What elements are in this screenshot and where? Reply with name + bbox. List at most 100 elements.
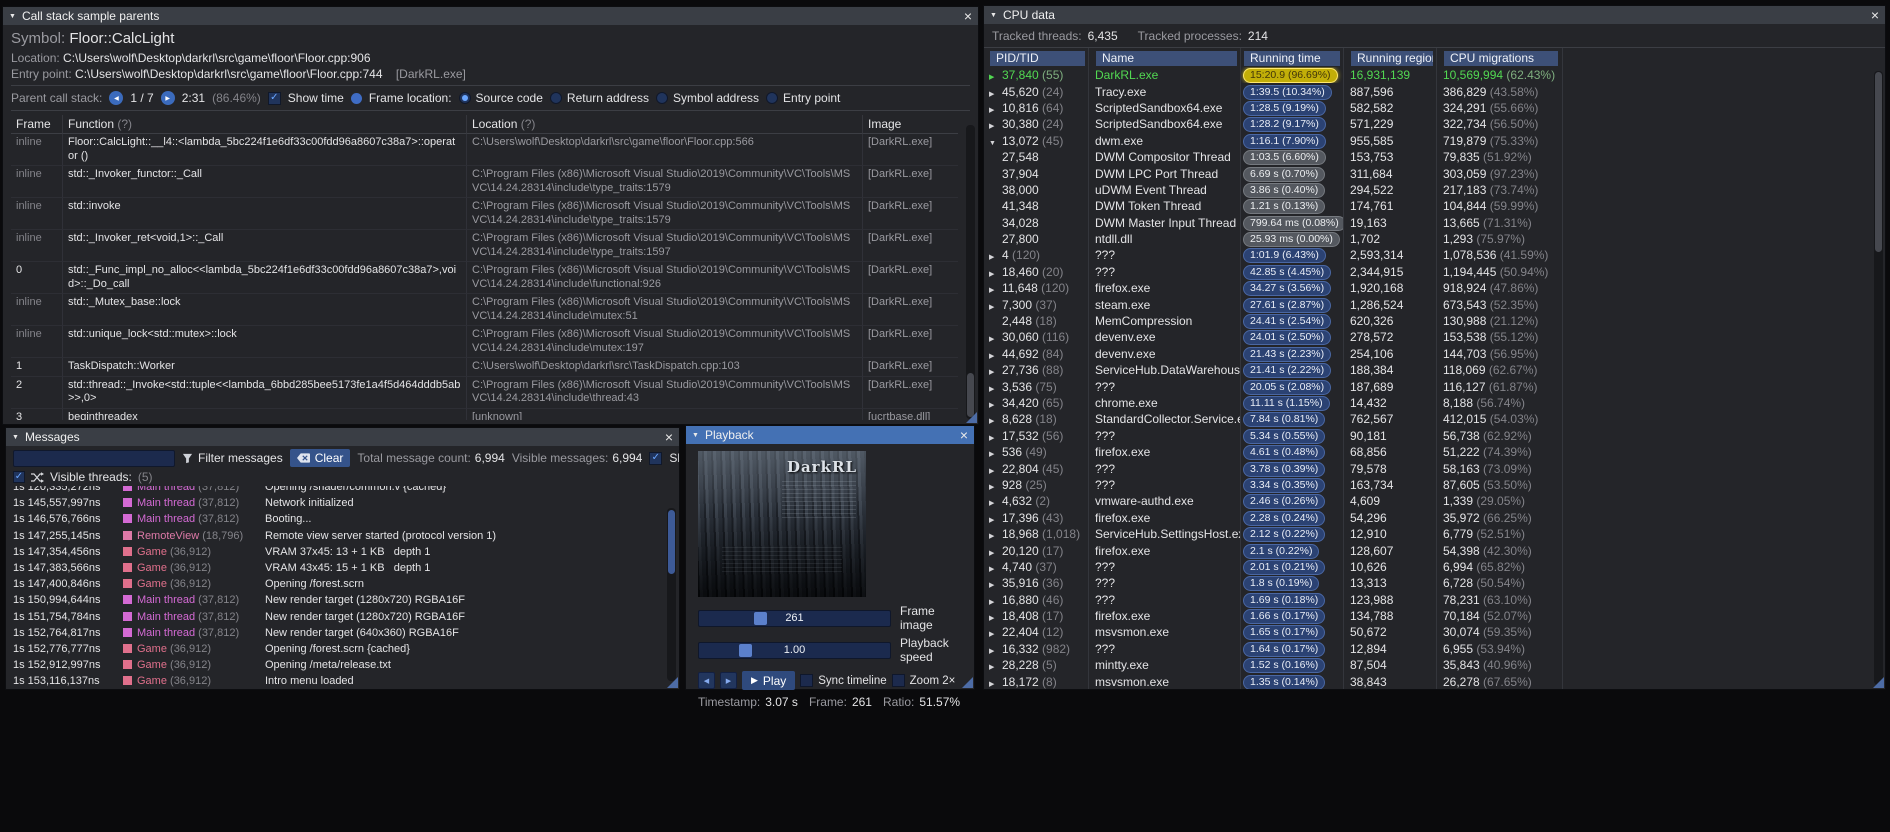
expand-arrow-icon[interactable]: ▶ bbox=[989, 630, 1002, 638]
callstack-titlebar[interactable]: ▼ Call stack sample parents × bbox=[3, 7, 978, 25]
expand-arrow-icon[interactable]: ▶ bbox=[989, 368, 1002, 376]
message-row[interactable]: 1s 147,354,456ns Game (36,912) VRAM 37x45:… bbox=[13, 544, 668, 560]
zoom-2x-checkbox[interactable] bbox=[891, 674, 905, 687]
expand-arrow-icon[interactable]: ▶ bbox=[989, 680, 1002, 688]
threads-checkbox[interactable]: ✓ bbox=[13, 471, 25, 483]
cpu-process-row[interactable]: ▶ 4,740 (37)??? 2.01 s (0.21%) 10,626 6,994 … bbox=[984, 559, 1885, 575]
expand-arrow-icon[interactable]: ▶ bbox=[989, 467, 1002, 475]
cpu-process-row[interactable]: ▶ 17,396 (43) firefox.exe 2.28 s (0.24%) 54,… bbox=[984, 510, 1885, 526]
callstack-frame-row[interactable]: inline std::invoke C:\Program Files (x86)\… bbox=[11, 198, 958, 230]
radio-icon[interactable] bbox=[458, 92, 471, 104]
expand-arrow-icon[interactable]: ▶ bbox=[989, 581, 1002, 589]
cpu-process-row[interactable]: ▶ 22,804 (45)??? 3.78 s (0.39%) 79,578 58,16… bbox=[984, 460, 1885, 477]
expand-arrow-icon[interactable]: ▶ bbox=[989, 90, 1002, 98]
callstack-frame-row[interactable]: 1 TaskDispatch::Worker C:\Users\wolf\Deskt… bbox=[11, 358, 958, 377]
cpu-process-row[interactable]: ▶ 35,916 (36)??? 1.8 s (0.19%) 13,313 6,728 … bbox=[984, 575, 1885, 592]
cpu-process-row[interactable]: ▶ 30,060 (116) devenv.exe 24.01 s (2.50%) 27… bbox=[984, 329, 1885, 346]
cpu-process-row[interactable]: ▶ 4,632 (2) vmware-authd.exe 2.46 s (0.26%)… bbox=[984, 493, 1885, 510]
playback-titlebar[interactable]: ▼ Playback × bbox=[686, 426, 974, 444]
cpu-process-row[interactable]: ▶ 18,968 (1,018) ServiceHub.SettingsHost.e… bbox=[984, 526, 1885, 543]
messages-scrollbar-thumb[interactable] bbox=[668, 510, 675, 574]
expand-arrow-icon[interactable]: ▶ bbox=[989, 106, 1002, 114]
frame-image[interactable]: DarkRL bbox=[698, 451, 866, 597]
radio-option[interactable]: Source code bbox=[458, 91, 543, 105]
message-row[interactable]: 1s 145,557,997ns Main thread (37,812) Netw… bbox=[13, 495, 668, 511]
expand-arrow-icon[interactable]: ▶ bbox=[989, 122, 1002, 130]
cpu-process-row[interactable]: ▶ 11,648 (120) firefox.exe 34.27 s (3.56%) 1… bbox=[984, 280, 1885, 297]
frame-slider[interactable]: 261 bbox=[698, 609, 891, 627]
cpu-process-row[interactable]: ▶ 20,120 (17) firefox.exe 2.1 s (0.22%) 128,… bbox=[984, 542, 1885, 559]
message-row[interactable]: 1s 152,776,777ns Game (36,912) Opening /fo… bbox=[13, 641, 668, 657]
expand-arrow-icon[interactable]: ▶ bbox=[989, 303, 1002, 311]
message-row[interactable]: 1s 153,116,137ns Game (36,912) Intro menu … bbox=[13, 673, 668, 689]
message-row[interactable]: 1s 120,335,272ns Main thread (37,812) Open… bbox=[13, 486, 668, 495]
message-row[interactable]: 1s 152,912,997ns Game (36,912) Opening /me… bbox=[13, 657, 668, 673]
expand-arrow-icon[interactable]: ▶ bbox=[989, 73, 1002, 81]
message-row[interactable]: 1s 147,383,566ns Game (36,912) VRAM 43x45:… bbox=[13, 560, 668, 576]
expand-arrow-icon[interactable]: ▶ bbox=[989, 532, 1002, 540]
expand-arrow-icon[interactable]: ▶ bbox=[989, 499, 1002, 507]
expand-arrow-icon[interactable]: ▶ bbox=[989, 516, 1002, 524]
messages-titlebar[interactable]: ▼ Messages × bbox=[6, 428, 679, 446]
radio-icon[interactable] bbox=[766, 92, 779, 104]
cpu-process-row[interactable]: 38,000 uDWM Event Thread 3.86 s (0.40%) 294… bbox=[984, 182, 1885, 198]
next-parent-button[interactable]: ▶ bbox=[160, 91, 175, 105]
message-row[interactable]: 1s 147,400,846ns Game (36,912) Opening /fo… bbox=[13, 576, 668, 592]
cpu-process-row[interactable]: ▶ 536 (49) firefox.exe 4.61 s (0.48%) 68,856… bbox=[984, 444, 1885, 461]
cpu-process-row[interactable]: ▶ 18,408 (17) firefox.exe 1.66 s (0.17%) 134… bbox=[984, 608, 1885, 625]
expand-arrow-icon[interactable]: ▶ bbox=[989, 270, 1002, 278]
expand-arrow-icon[interactable]: ▶ bbox=[989, 401, 1002, 409]
next-frame-button[interactable]: ▶ bbox=[720, 672, 737, 689]
location-column-header[interactable]: Location (?) bbox=[467, 115, 863, 134]
function-column-header[interactable]: Function (?) bbox=[63, 115, 467, 134]
message-row[interactable]: 1s 152,764,817ns Main thread (37,812) New … bbox=[13, 625, 668, 641]
expand-arrow-icon[interactable]: ▶ bbox=[989, 417, 1002, 425]
callstack-frame-row[interactable]: 0 std::_Func_impl_no_alloc<<lambda_5bc224… bbox=[11, 262, 958, 294]
callstack-frame-row[interactable]: inline std::_Invoker_ret<void,1>::_Call C:… bbox=[11, 230, 958, 262]
prev-parent-button[interactable]: ◀ bbox=[109, 91, 124, 105]
clear-button[interactable]: Clear bbox=[289, 449, 351, 467]
expand-arrow-icon[interactable]: ▶ bbox=[989, 614, 1002, 622]
message-row[interactable]: 1s 150,994,644ns Main thread (37,812) New … bbox=[13, 592, 668, 608]
cpu-process-row[interactable]: ▶ 37,840 (55) DarkRL.exe 15:20.9 (96.69%) 16… bbox=[984, 67, 1885, 84]
show-time-checkbox[interactable]: ✓ bbox=[267, 91, 281, 105]
cpu-migrations-column-header[interactable]: CPU migrations bbox=[1444, 51, 1558, 66]
cpu-process-row[interactable]: 27,800 ntdll.dll 25.93 ms (0.00%) 1,702 1,29… bbox=[984, 231, 1885, 248]
expand-arrow-icon[interactable]: ▶ bbox=[989, 352, 1002, 360]
cpu-process-row[interactable]: 37,904 DWM LPC Port Thread 6.69 s (0.70%) 3… bbox=[984, 165, 1885, 182]
cpu-process-row[interactable]: ▶ 3,536 (75)??? 20.05 s (2.08%) 187,689 116,… bbox=[984, 378, 1885, 395]
cpu-scrollbar-thumb[interactable] bbox=[1875, 72, 1882, 252]
running-regions-column-header[interactable]: Running regions bbox=[1351, 51, 1433, 66]
clipped-checkbox[interactable]: ✓ bbox=[649, 451, 663, 465]
expand-arrow-icon[interactable]: ▶ bbox=[989, 598, 1002, 606]
callstack-frame-row[interactable]: 2 std::thread::_Invoke<std::tuple<<lambda… bbox=[11, 376, 958, 409]
callstack-scrollbar-thumb[interactable] bbox=[967, 373, 974, 417]
expand-arrow-icon[interactable]: ▶ bbox=[989, 549, 1002, 557]
cpu-process-row[interactable]: 27,548 DWM Compositor Thread 1:03.5 (6.60%… bbox=[984, 149, 1885, 166]
expand-arrow-icon[interactable]: ▶ bbox=[989, 647, 1002, 655]
expand-arrow-icon[interactable]: ▶ bbox=[989, 253, 1002, 261]
expand-arrow-icon[interactable]: ▶ bbox=[989, 565, 1002, 573]
sync-timeline-option[interactable]: Sync timeline bbox=[800, 674, 887, 687]
cpu-process-row[interactable]: ▶ 10,816 (64) ScriptedSandbox64.exe 1:28.5 … bbox=[984, 100, 1885, 116]
cpu-process-row[interactable]: ▶ 44,692 (84) devenv.exe 21.43 s (2.23%) 254… bbox=[984, 346, 1885, 362]
close-icon[interactable]: × bbox=[665, 430, 673, 444]
callstack-frame-row[interactable]: inline std::_Invoker_functor::_Call C:\Pro… bbox=[11, 166, 958, 198]
close-icon[interactable]: × bbox=[960, 428, 968, 442]
name-column-header[interactable]: Name bbox=[1096, 51, 1237, 66]
resize-grip[interactable] bbox=[667, 677, 678, 688]
cpu-process-row[interactable]: ▶ 4 (120)??? 1:01.9 (6.43%) 2,593,314 1,078,… bbox=[984, 247, 1885, 264]
resize-grip[interactable] bbox=[1873, 677, 1884, 688]
collapse-arrow-icon[interactable]: ▼ bbox=[12, 434, 19, 441]
frame-column-header[interactable]: Frame bbox=[11, 115, 63, 134]
expand-arrow-icon[interactable]: ▶ bbox=[989, 450, 1002, 458]
radio-icon[interactable] bbox=[655, 92, 668, 104]
collapse-arrow-icon[interactable]: ▼ bbox=[692, 432, 699, 439]
cpu-process-row[interactable]: ▶ 18,460 (20)??? 42.85 s (4.45%) 2,344,915 1… bbox=[984, 264, 1885, 280]
prev-frame-button[interactable]: ◀ bbox=[698, 672, 715, 689]
radio-option[interactable]: Entry point bbox=[766, 91, 840, 105]
expand-arrow-icon[interactable]: ▶ bbox=[989, 385, 1002, 393]
callstack-frame-row[interactable]: inline std::unique_lock<std::mutex>::lock… bbox=[11, 326, 958, 358]
resize-grip[interactable] bbox=[962, 677, 973, 688]
cpu-process-row[interactable]: ▶ 16,880 (46)??? 1.69 s (0.18%) 123,988 78,2… bbox=[984, 592, 1885, 608]
